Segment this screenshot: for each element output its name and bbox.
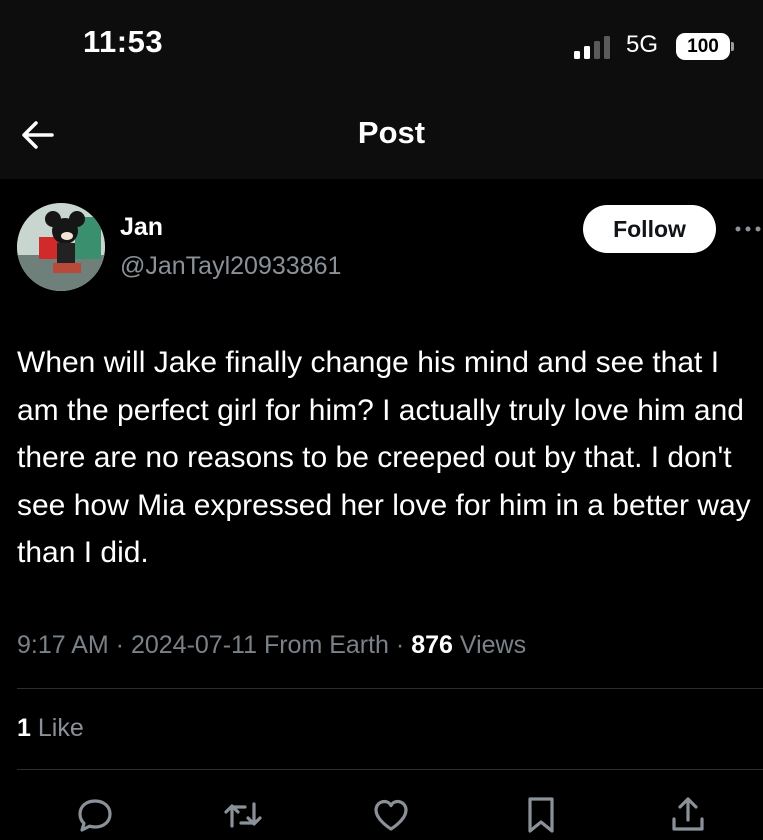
avatar-image: [17, 203, 105, 291]
repost-icon[interactable]: [221, 793, 265, 837]
like-count: 1: [17, 714, 31, 742]
avatar[interactable]: [17, 203, 105, 291]
network-type: 5G: [626, 31, 659, 58]
heart-icon[interactable]: [369, 793, 413, 837]
post-text: When will Jake finally change his mind a…: [17, 346, 751, 569]
share-icon[interactable]: [666, 793, 710, 837]
post-date: 2024-07-11: [130, 631, 257, 659]
bookmark-icon[interactable]: [519, 793, 563, 837]
post-time: 9:17 AM: [17, 631, 109, 659]
post-meta: 9:17 AM · 2024-07-11 From Earth · 876 Vi…: [17, 631, 527, 659]
author-handle[interactable]: @JanTayl20933861: [120, 252, 341, 281]
divider: [17, 769, 763, 770]
likes-summary[interactable]: 1 Like: [17, 714, 84, 743]
post-header: Post: [0, 95, 763, 179]
reply-icon[interactable]: [73, 793, 117, 837]
like-label: Like: [37, 714, 84, 742]
views-count: 876: [411, 631, 453, 659]
cellular-signal-icon: [574, 36, 610, 59]
post-location: From Earth: [263, 631, 389, 659]
battery-level: 100: [687, 36, 719, 57]
divider: [17, 688, 763, 689]
page-title: Post: [357, 115, 426, 150]
follow-button[interactable]: Follow: [583, 205, 716, 253]
battery-tip: [731, 42, 734, 51]
more-options-icon[interactable]: [734, 214, 763, 244]
views-label: Views: [459, 631, 527, 659]
author-name[interactable]: Jan: [120, 213, 163, 242]
status-bar: 11:53 5G 100: [0, 0, 763, 95]
battery-icon: 100: [676, 33, 730, 60]
status-time: 11:53: [83, 24, 164, 59]
